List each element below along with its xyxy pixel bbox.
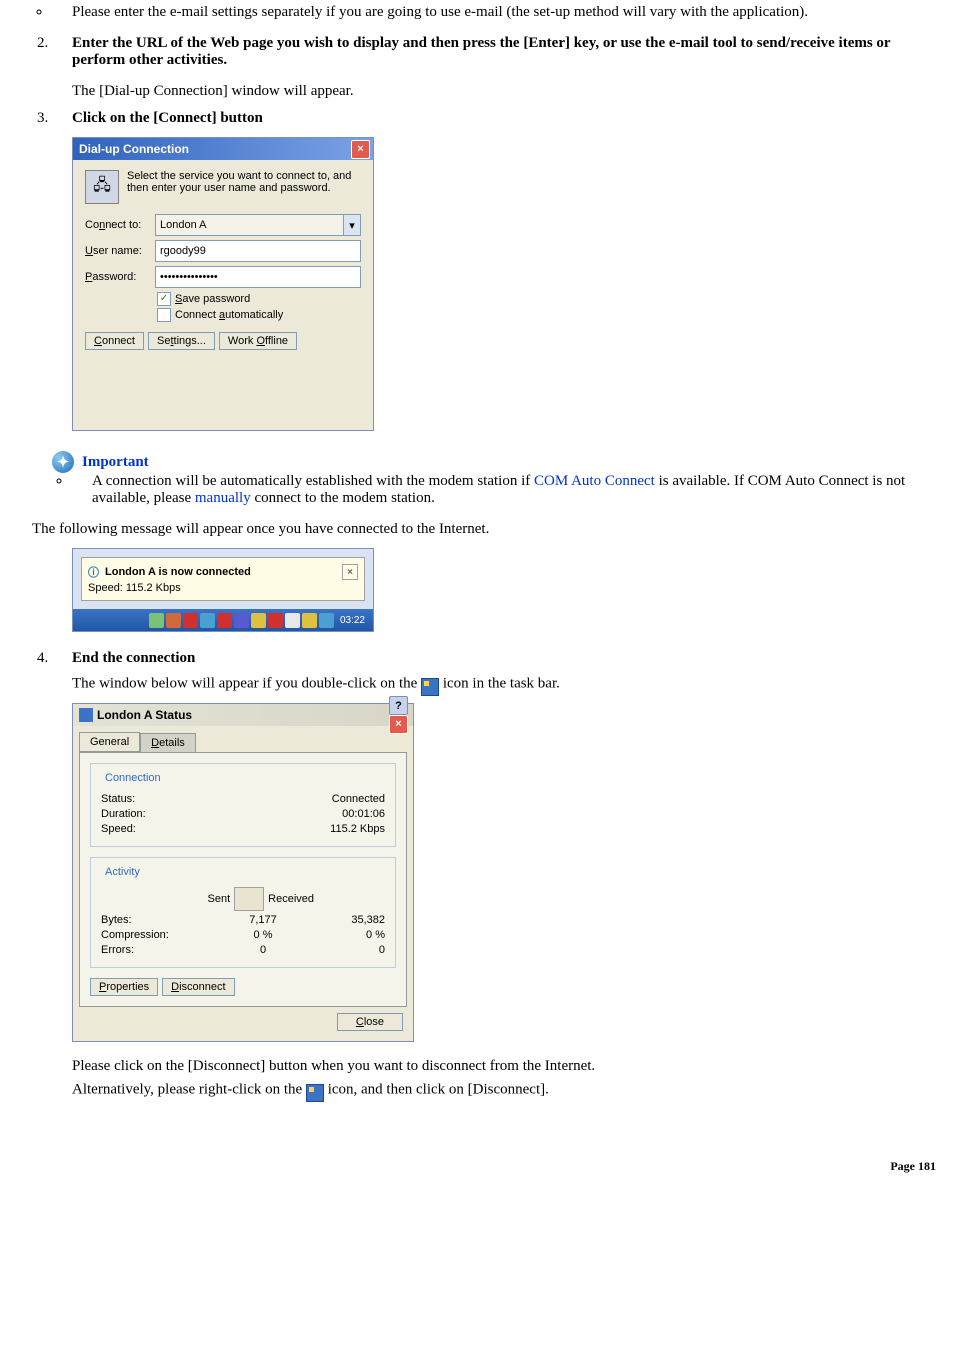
value-status: Connected	[332, 793, 385, 805]
close-icon[interactable]: ×	[351, 140, 370, 159]
balloon: ⓘ London A is now connected × Speed: 115…	[81, 557, 365, 601]
close-icon[interactable]: ×	[389, 715, 408, 734]
label-received: Received	[268, 893, 314, 905]
label-sent: Sent	[208, 893, 231, 905]
connect-auto-checkbox[interactable]	[157, 308, 171, 322]
alternative-instruction: Alternatively, please right-click on the…	[72, 1081, 942, 1099]
dialup-titlebar: Dial-up Connection ×	[73, 138, 373, 160]
system-tray: 03:22	[73, 609, 373, 631]
label-bytes: Bytes:	[101, 914, 221, 926]
balloon-speed: Speed: 115.2 Kbps	[88, 582, 358, 594]
connection-tray-icon	[306, 1084, 324, 1102]
step-3: Click on the [Connect] button	[52, 110, 942, 127]
value-err-sent: 0	[221, 944, 305, 956]
bullet-email-settings: Please enter the e-mail settings separat…	[52, 4, 942, 21]
balloon-close-icon[interactable]: ×	[342, 564, 358, 580]
dialup-intro: Select the service you want to connect t…	[127, 170, 361, 204]
info-icon: ⓘ	[88, 564, 99, 580]
label-status: Status:	[101, 793, 135, 805]
com-auto-connect-link[interactable]: COM Auto Connect	[534, 473, 655, 489]
tray-notification: ⓘ London A is now connected × Speed: 115…	[72, 548, 374, 632]
tray-icon[interactable]	[166, 613, 181, 628]
step-2: Enter the URL of the Web page you wish t…	[52, 35, 942, 100]
status-dialog: London A Status ? × General Details Conn…	[72, 703, 414, 1042]
tab-details[interactable]: Details	[140, 733, 196, 753]
connection-tray-icon	[421, 678, 439, 696]
tray-clock: 03:22	[336, 615, 369, 626]
status-title: London A Status	[97, 708, 192, 722]
connect-auto-label: Connect automatically	[175, 309, 283, 321]
dialup-title: Dial-up Connection	[79, 142, 189, 156]
dialup-dialog: Dial-up Connection × 🖧 Select the servic…	[72, 137, 374, 431]
tray-icon[interactable]	[200, 613, 215, 628]
activity-icon	[234, 887, 264, 911]
close-button[interactable]: Close	[337, 1013, 403, 1031]
legend-activity: Activity	[101, 866, 144, 878]
disconnect-button[interactable]: Disconnect	[162, 978, 234, 996]
step-2-note: The [Dial-up Connection] window will app…	[72, 83, 942, 100]
label-speed: Speed:	[101, 823, 136, 835]
tray-icon[interactable]	[183, 613, 198, 628]
legend-connection: Connection	[101, 772, 165, 784]
step-4-title: End the connection	[72, 650, 195, 666]
balloon-title: London A is now connected	[105, 566, 251, 578]
step-2-title: Enter the URL of the Web page you wish t…	[72, 35, 890, 68]
settings-button[interactable]: Settings...	[148, 332, 215, 350]
globe-modem-icon: 🖧	[85, 170, 119, 204]
tray-icon[interactable]	[302, 613, 317, 628]
label-errors: Errors:	[101, 944, 221, 956]
step-4: End the connection The window below will…	[52, 650, 942, 693]
value-speed: 115.2 Kbps	[330, 823, 385, 835]
important-note: A connection will be automatically estab…	[72, 473, 942, 507]
value-comp-sent: 0 %	[221, 929, 305, 941]
save-password-label: Save password	[175, 293, 250, 305]
tray-icon[interactable]	[149, 613, 164, 628]
connection-icon	[79, 708, 93, 722]
value-bytes-sent: 7,177	[221, 914, 305, 926]
label-duration: Duration:	[101, 808, 146, 820]
chevron-down-icon[interactable]: ▾	[344, 214, 361, 236]
connect-to-select[interactable]: London A	[155, 214, 344, 236]
important-label: Important	[82, 454, 149, 471]
manually-link[interactable]: manually	[195, 490, 251, 506]
important-icon: ✦	[52, 451, 74, 473]
connected-message-intro: The following message will appear once y…	[32, 521, 942, 538]
password-input[interactable]: •••••••••••••••	[155, 266, 361, 288]
disconnect-instruction: Please click on the [Disconnect] button …	[72, 1058, 942, 1075]
page-footer: Page 181	[12, 1159, 942, 1174]
value-comp-received: 0 %	[305, 929, 385, 941]
label-compression: Compression:	[101, 929, 221, 941]
properties-button[interactable]: Properties	[90, 978, 158, 996]
tray-icon[interactable]	[217, 613, 232, 628]
connect-button[interactable]: Connect	[85, 332, 144, 350]
tray-icon[interactable]	[285, 613, 300, 628]
label-connect-to: Connect to:	[85, 219, 155, 231]
tray-icon[interactable]	[251, 613, 266, 628]
step-3-title: Click on the [Connect] button	[72, 110, 263, 126]
save-password-checkbox[interactable]: ✓	[157, 292, 171, 306]
value-duration: 00:01:06	[342, 808, 385, 820]
label-username: User name:	[85, 245, 155, 257]
tray-icon[interactable]	[234, 613, 249, 628]
tab-general[interactable]: General	[79, 732, 140, 752]
label-password: Password:	[85, 271, 155, 283]
work-offline-button[interactable]: Work Offline	[219, 332, 297, 350]
username-input[interactable]: rgoody99	[155, 240, 361, 262]
tray-icon[interactable]	[319, 613, 334, 628]
value-err-received: 0	[305, 944, 385, 956]
tray-icon[interactable]	[268, 613, 283, 628]
step-4-text: The window below will appear if you doub…	[72, 675, 942, 693]
value-bytes-received: 35,382	[305, 914, 385, 926]
help-icon[interactable]: ?	[389, 696, 408, 715]
